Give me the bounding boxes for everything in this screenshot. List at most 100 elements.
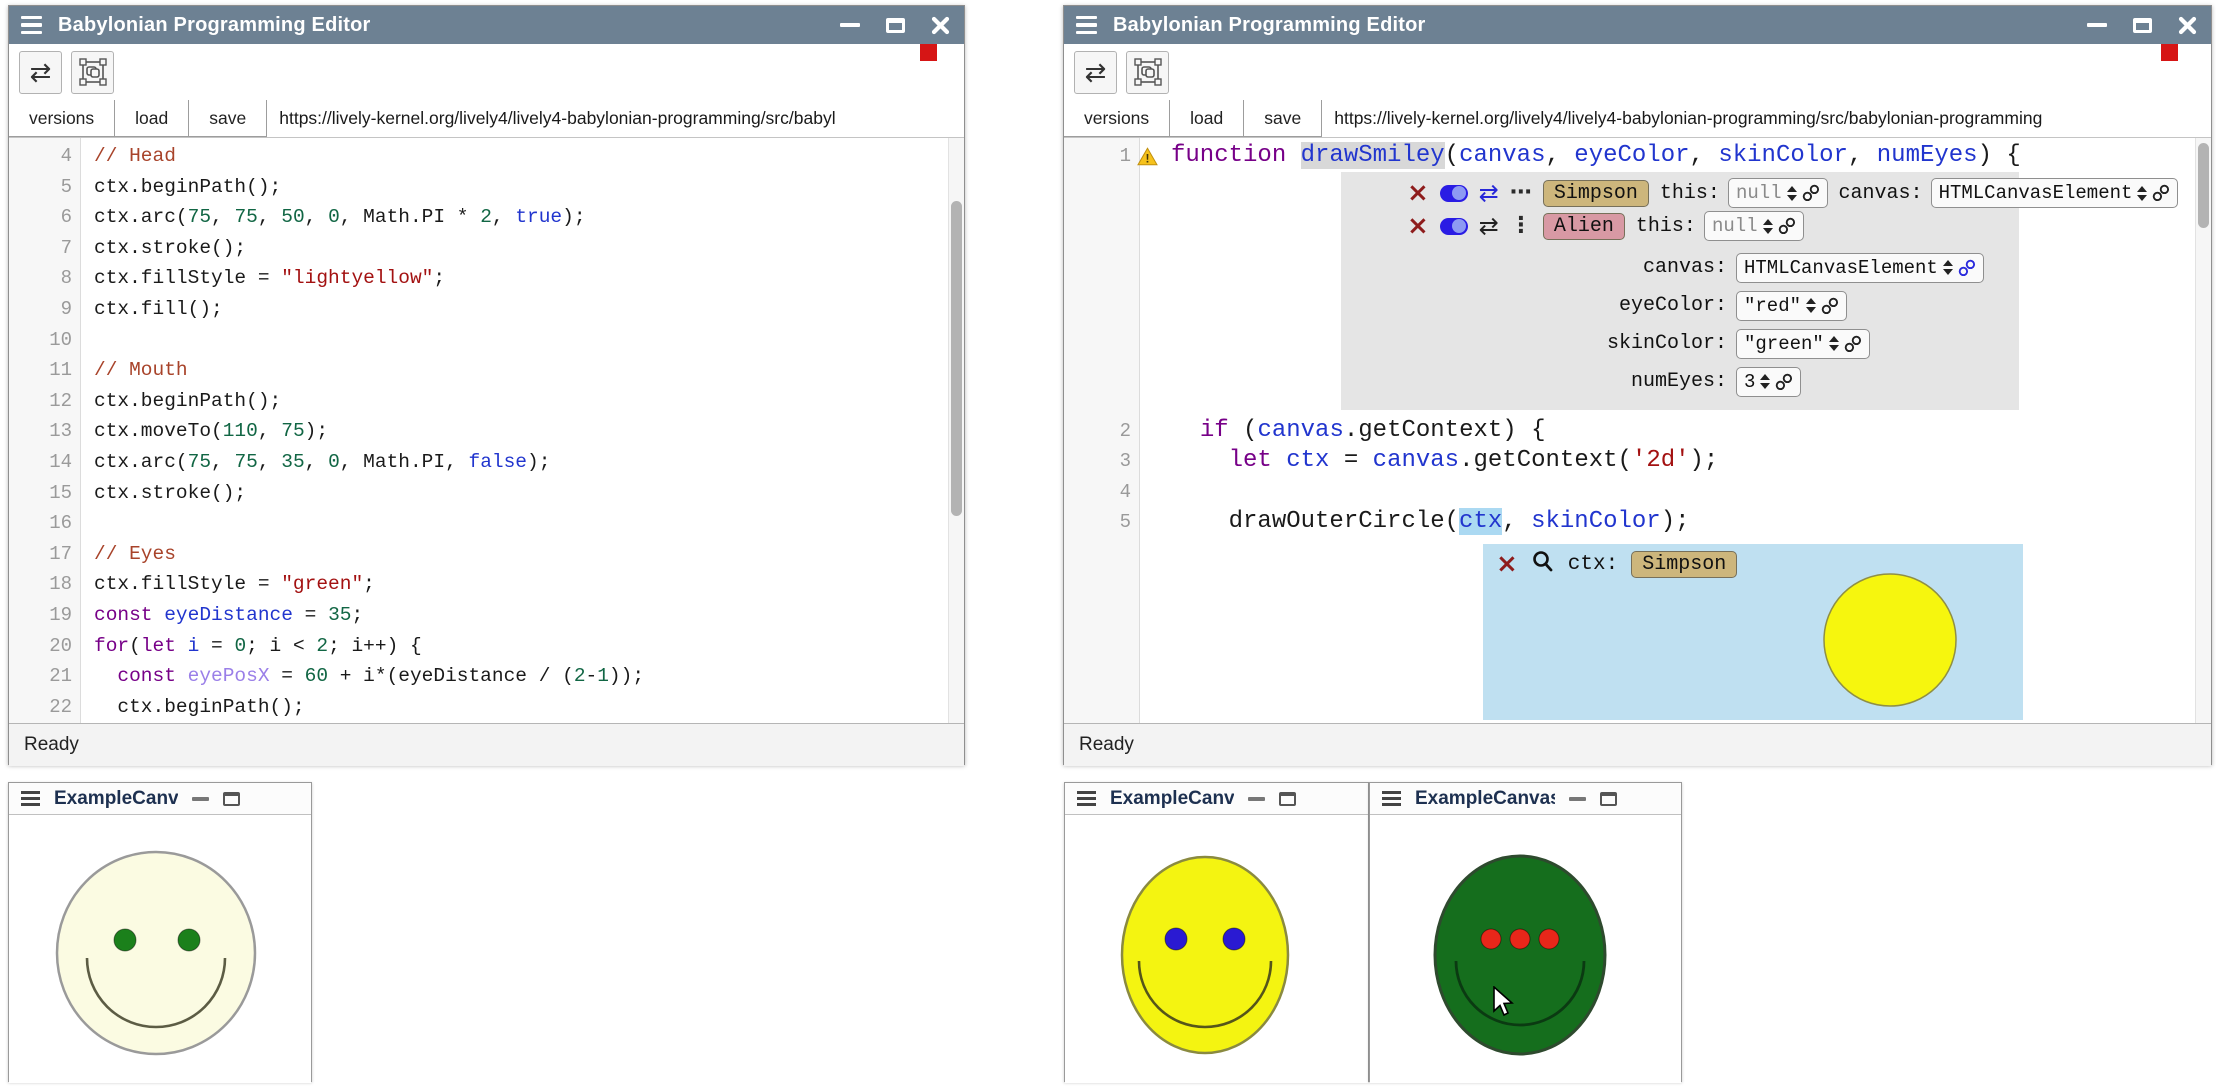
code-line[interactable]: 4// Head xyxy=(9,141,964,172)
url-field[interactable]: https://lively-kernel.org/lively4/lively… xyxy=(1322,100,2211,137)
param-value-box[interactable]: HTMLCanvasElement xyxy=(1736,253,1984,283)
menu-icon[interactable] xyxy=(1382,791,1401,806)
param-value-box[interactable]: null xyxy=(1704,211,1804,241)
titlebar[interactable]: ExampleCanvas xyxy=(1065,783,1368,815)
code-line[interactable]: 9ctx.fill(); xyxy=(9,294,964,325)
link-icon[interactable] xyxy=(1958,259,1976,277)
more-options-icon[interactable]: ⋯ xyxy=(1510,182,1532,204)
titlebar[interactable]: Babylonian Programming Editor xyxy=(9,6,964,44)
canvas-area[interactable] xyxy=(9,815,311,1083)
warning-icon[interactable]: ! xyxy=(1137,146,1158,177)
code-line[interactable]: 11// Mouth xyxy=(9,355,964,386)
scrollbar-thumb[interactable] xyxy=(2198,143,2209,228)
swap-arrows-button[interactable]: ⇄ xyxy=(19,51,62,94)
minimize-button[interactable] xyxy=(1248,797,1265,801)
code-line[interactable]: 20for(let i = 0; i < 2; i++) { xyxy=(9,631,964,662)
maximize-button[interactable] xyxy=(886,18,905,33)
code-line[interactable]: 19const eyeDistance = 35; xyxy=(9,600,964,631)
load-button[interactable]: load xyxy=(1169,100,1244,137)
trace-arrows-icon[interactable]: ⇄ xyxy=(1479,181,1499,205)
code-line[interactable]: 16 xyxy=(9,508,964,539)
scrollbar[interactable] xyxy=(2195,138,2211,723)
stepper-icon[interactable] xyxy=(1760,374,1770,389)
url-field[interactable]: https://lively-kernel.org/lively4/lively… xyxy=(267,100,964,137)
versions-button[interactable]: versions xyxy=(9,100,115,137)
param-value-box[interactable]: "green" xyxy=(1736,329,1870,359)
code-line[interactable]: 22 ctx.beginPath(); xyxy=(9,692,964,723)
link-icon[interactable] xyxy=(1775,373,1793,391)
example-name-badge[interactable]: Simpson xyxy=(1543,180,1649,207)
delete-example-icon[interactable]: × xyxy=(1407,180,1429,206)
scrollbar-thumb[interactable] xyxy=(951,201,962,516)
magnifier-icon[interactable] xyxy=(1531,550,1555,579)
code-line[interactable]: 10 xyxy=(9,325,964,356)
example-name-badge[interactable]: Alien xyxy=(1543,213,1625,240)
minimize-button[interactable] xyxy=(2087,23,2107,28)
transform-button[interactable] xyxy=(1126,51,1169,94)
menu-icon[interactable] xyxy=(21,791,40,806)
code-line[interactable]: 21 const eyePosX = 60 + i*(eyeDistance /… xyxy=(9,661,964,692)
maximize-button[interactable] xyxy=(223,792,240,806)
code-line[interactable]: 4 xyxy=(1064,477,2211,508)
stepper-icon[interactable] xyxy=(1943,260,1953,275)
stepper-icon[interactable] xyxy=(2137,186,2147,201)
maximize-button[interactable] xyxy=(2133,18,2152,33)
stepper-icon[interactable] xyxy=(1829,336,1839,351)
close-icon[interactable] xyxy=(2178,16,2197,35)
code-line[interactable]: 12ctx.beginPath(); xyxy=(9,386,964,417)
titlebar[interactable]: ExampleCanvas xyxy=(1370,783,1681,815)
code-line[interactable]: 1!function drawSmiley(canvas, eyeColor, … xyxy=(1064,141,2211,172)
trace-arrows-icon[interactable]: ⇄ xyxy=(1479,214,1499,238)
minimize-button[interactable] xyxy=(192,797,209,801)
code-line[interactable]: 17// Eyes xyxy=(9,539,964,570)
versions-button[interactable]: versions xyxy=(1064,100,1170,137)
code-line[interactable]: 14ctx.arc(75, 75, 35, 0, Math.PI, false)… xyxy=(9,447,964,478)
code-line[interactable]: 3 let ctx = canvas.getContext('2d'); xyxy=(1064,446,2211,477)
code-line[interactable]: 18ctx.fillStyle = "green"; xyxy=(9,569,964,600)
save-button[interactable]: save xyxy=(1243,100,1322,137)
load-button[interactable]: load xyxy=(114,100,189,137)
code-line[interactable]: 8ctx.fillStyle = "lightyellow"; xyxy=(9,263,964,294)
param-value-box[interactable]: "red" xyxy=(1736,291,1847,321)
transform-button[interactable] xyxy=(71,51,114,94)
code-line[interactable]: 15ctx.stroke(); xyxy=(9,478,964,509)
probe-example-badge[interactable]: Simpson xyxy=(1631,551,1737,578)
code-line[interactable]: 13ctx.moveTo(110, 75); xyxy=(9,416,964,447)
maximize-button[interactable] xyxy=(1600,792,1617,806)
param-value-box[interactable]: 3 xyxy=(1736,367,1801,397)
delete-probe-icon[interactable]: × xyxy=(1496,551,1518,577)
titlebar[interactable]: ExampleCanvas xyxy=(9,783,311,815)
code-line[interactable]: 5ctx.beginPath(); xyxy=(9,172,964,203)
link-icon[interactable] xyxy=(1821,297,1839,315)
link-icon[interactable] xyxy=(1778,217,1796,235)
swap-arrows-button[interactable]: ⇄ xyxy=(1074,51,1117,94)
menu-icon[interactable] xyxy=(1076,16,1097,35)
delete-example-icon[interactable]: × xyxy=(1407,213,1429,239)
menu-icon[interactable] xyxy=(21,16,42,35)
stepper-icon[interactable] xyxy=(1763,219,1773,234)
example-enabled-toggle[interactable] xyxy=(1440,218,1468,235)
link-icon[interactable] xyxy=(2152,184,2170,202)
stepper-icon[interactable] xyxy=(1787,186,1797,201)
titlebar[interactable]: Babylonian Programming Editor xyxy=(1064,6,2211,44)
code-line[interactable]: 7ctx.stroke(); xyxy=(9,233,964,264)
code-line[interactable]: 5 drawOuterCircle(ctx, skinColor); xyxy=(1064,507,2211,538)
close-icon[interactable] xyxy=(931,16,950,35)
code-editor[interactable]: 1!function drawSmiley(canvas, eyeColor, … xyxy=(1064,138,2211,723)
save-button[interactable]: save xyxy=(188,100,267,137)
stepper-icon[interactable] xyxy=(1806,298,1816,313)
canvas-area[interactable] xyxy=(1065,815,1368,1083)
minimize-button[interactable] xyxy=(1569,797,1586,801)
minimize-button[interactable] xyxy=(840,23,860,28)
scrollbar[interactable] xyxy=(948,138,964,723)
code-editor[interactable]: 4// Head5ctx.beginPath();6ctx.arc(75, 75… xyxy=(9,138,964,723)
link-icon[interactable] xyxy=(1844,335,1862,353)
more-options-icon[interactable]: ⋮ xyxy=(1510,215,1532,237)
canvas-area[interactable] xyxy=(1370,815,1681,1083)
code-line[interactable]: 2 if (canvas.getContext) { xyxy=(1064,416,2211,447)
example-enabled-toggle[interactable] xyxy=(1440,185,1468,202)
param-value-box[interactable]: HTMLCanvasElement xyxy=(1931,178,2179,208)
code-line[interactable]: 6ctx.arc(75, 75, 50, 0, Math.PI * 2, tru… xyxy=(9,202,964,233)
link-icon[interactable] xyxy=(1802,184,1820,202)
param-value-box[interactable]: null xyxy=(1728,178,1828,208)
